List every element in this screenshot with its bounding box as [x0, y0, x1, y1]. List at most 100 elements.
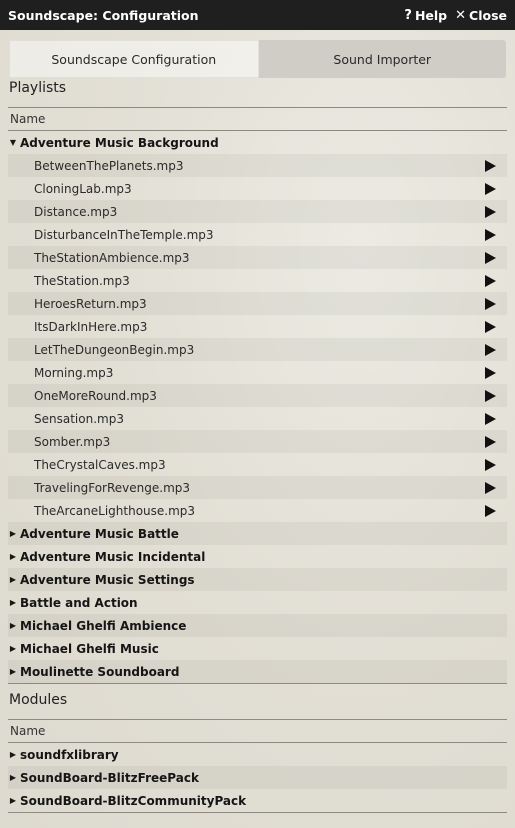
- track-row[interactable]: ItsDarkInHere.mp3: [8, 315, 507, 338]
- track-row[interactable]: CloningLab.mp3: [8, 177, 507, 200]
- folder-label: Michael Ghelfi Music: [20, 641, 159, 656]
- divider: [8, 719, 507, 720]
- caret-right-icon[interactable]: ▶: [8, 529, 18, 538]
- help-button[interactable]: ? Help: [404, 8, 447, 23]
- track-label: TheArcaneLighthouse.mp3: [34, 503, 196, 518]
- configuration-window: Soundscape: Configuration ? Help ✕ Close…: [0, 0, 515, 828]
- play-icon[interactable]: [485, 320, 496, 333]
- divider: [8, 107, 507, 108]
- track-label: BetweenThePlanets.mp3: [34, 158, 184, 173]
- caret-right-icon[interactable]: ▶: [8, 552, 18, 561]
- folder-row[interactable]: ▶ Michael Ghelfi Music: [8, 637, 507, 660]
- play-icon[interactable]: [485, 205, 496, 218]
- folder-row[interactable]: ▶ SoundBoard-BlitzFreePack: [8, 766, 507, 789]
- modules-list: ▶ soundfxlibrary ▶ SoundBoard-BlitzFreePack…: [8, 743, 507, 812]
- folder-label: SoundBoard-BlitzFreePack: [20, 770, 199, 785]
- track-label: Morning.mp3: [34, 365, 114, 380]
- play-icon[interactable]: [485, 504, 496, 517]
- track-label: TheStation.mp3: [34, 273, 130, 288]
- track-label: ItsDarkInHere.mp3: [34, 319, 148, 334]
- track-label: OneMoreRound.mp3: [34, 388, 157, 403]
- folder-row[interactable]: ▶ SoundBoard-BlitzCommunityPack: [8, 789, 507, 812]
- track-row[interactable]: HeroesReturn.mp3: [8, 292, 507, 315]
- track-row[interactable]: Distance.mp3: [8, 200, 507, 223]
- track-row[interactable]: TheStation.mp3: [8, 269, 507, 292]
- close-button[interactable]: ✕ Close: [455, 8, 507, 23]
- play-icon[interactable]: [485, 481, 496, 494]
- folder-row[interactable]: ▶ Adventure Music Battle: [8, 522, 507, 545]
- divider: [8, 683, 507, 684]
- folder-label: Adventure Music Battle: [20, 526, 179, 541]
- track-row[interactable]: Sensation.mp3: [8, 407, 507, 430]
- play-icon[interactable]: [485, 228, 496, 241]
- folder-label: Michael Ghelfi Ambience: [20, 618, 187, 633]
- window-title: Soundscape: Configuration: [8, 7, 199, 23]
- window-titlebar[interactable]: Soundscape: Configuration ? Help ✕ Close: [0, 0, 515, 30]
- play-icon[interactable]: [485, 412, 496, 425]
- folder-row[interactable]: ▶ Adventure Music Settings: [8, 568, 507, 591]
- play-icon[interactable]: [485, 251, 496, 264]
- caret-right-icon[interactable]: ▶: [8, 644, 18, 653]
- caret-right-icon[interactable]: ▶: [8, 621, 18, 630]
- track-label: Sensation.mp3: [34, 411, 124, 426]
- caret-right-icon[interactable]: ▶: [8, 750, 18, 759]
- folder-row[interactable]: ▶ Michael Ghelfi Ambience: [8, 614, 507, 637]
- track-row[interactable]: TheCrystalCaves.mp3: [8, 453, 507, 476]
- track-row[interactable]: DisturbanceInTheTemple.mp3: [8, 223, 507, 246]
- playlists-name-column-header: Name: [10, 112, 46, 126]
- play-icon[interactable]: [485, 159, 496, 172]
- caret-right-icon[interactable]: ▶: [8, 575, 18, 584]
- track-row[interactable]: BetweenThePlanets.mp3: [8, 154, 507, 177]
- close-x-icon: ✕: [455, 7, 467, 23]
- folder-label: Battle and Action: [20, 595, 138, 610]
- modules-name-column-header: Name: [10, 724, 46, 738]
- play-icon[interactable]: [485, 182, 496, 195]
- question-icon: ?: [404, 7, 412, 23]
- folder-label: Adventure Music Background: [20, 135, 219, 150]
- play-icon[interactable]: [485, 297, 496, 310]
- track-row[interactable]: Somber.mp3: [8, 430, 507, 453]
- track-label: TheCrystalCaves.mp3: [34, 457, 166, 472]
- playlists-list: ▼ Adventure Music Background BetweenThePla…: [8, 131, 507, 683]
- track-label: HeroesReturn.mp3: [34, 296, 147, 311]
- track-label: LetTheDungeonBegin.mp3: [34, 342, 195, 357]
- folder-label: Moulinette Soundboard: [20, 664, 180, 679]
- caret-right-icon[interactable]: ▶: [8, 773, 18, 782]
- track-label: Distance.mp3: [34, 204, 118, 219]
- folder-label: soundfxlibrary: [20, 747, 119, 762]
- tab-soundscape-configuration[interactable]: Soundscape Configuration: [9, 40, 259, 78]
- track-label: TheStationAmbience.mp3: [34, 250, 190, 265]
- tab-bar: Soundscape Configuration Sound Importer: [9, 40, 506, 78]
- help-label: Help: [414, 7, 448, 23]
- track-row[interactable]: OneMoreRound.mp3: [8, 384, 507, 407]
- track-row[interactable]: LetTheDungeonBegin.mp3: [8, 338, 507, 361]
- caret-right-icon[interactable]: ▶: [8, 667, 18, 676]
- track-row[interactable]: Morning.mp3: [8, 361, 507, 384]
- folder-row[interactable]: ▶ Moulinette Soundboard: [8, 660, 507, 683]
- close-label: Close: [469, 7, 507, 23]
- play-icon[interactable]: [485, 366, 496, 379]
- caret-right-icon[interactable]: ▶: [8, 598, 18, 607]
- folder-row[interactable]: ▶ Adventure Music Incidental: [8, 545, 507, 568]
- track-row[interactable]: TravelingForRevenge.mp3: [8, 476, 507, 499]
- folder-row[interactable]: ▶ Battle and Action: [8, 591, 507, 614]
- caret-right-icon[interactable]: ▶: [8, 796, 18, 805]
- modules-heading: Modules: [9, 692, 68, 708]
- track-label: Somber.mp3: [34, 434, 111, 449]
- folder-label: SoundBoard-BlitzCommunityPack: [20, 793, 247, 808]
- track-label: CloningLab.mp3: [34, 181, 132, 196]
- play-icon[interactable]: [485, 343, 496, 356]
- play-icon[interactable]: [485, 389, 496, 402]
- play-icon[interactable]: [485, 458, 496, 471]
- folder-row[interactable]: ▶ soundfxlibrary: [8, 743, 507, 766]
- folder-row[interactable]: ▼ Adventure Music Background: [8, 131, 507, 154]
- track-row[interactable]: TheStationAmbience.mp3: [8, 246, 507, 269]
- caret-down-icon[interactable]: ▼: [8, 138, 18, 147]
- play-icon[interactable]: [485, 435, 496, 448]
- tab-sound-importer[interactable]: Sound Importer: [258, 40, 506, 78]
- play-icon[interactable]: [485, 274, 496, 287]
- folder-label: Adventure Music Settings: [20, 572, 195, 587]
- divider: [8, 812, 507, 813]
- track-row[interactable]: TheArcaneLighthouse.mp3: [8, 499, 507, 522]
- track-label: DisturbanceInTheTemple.mp3: [34, 227, 214, 242]
